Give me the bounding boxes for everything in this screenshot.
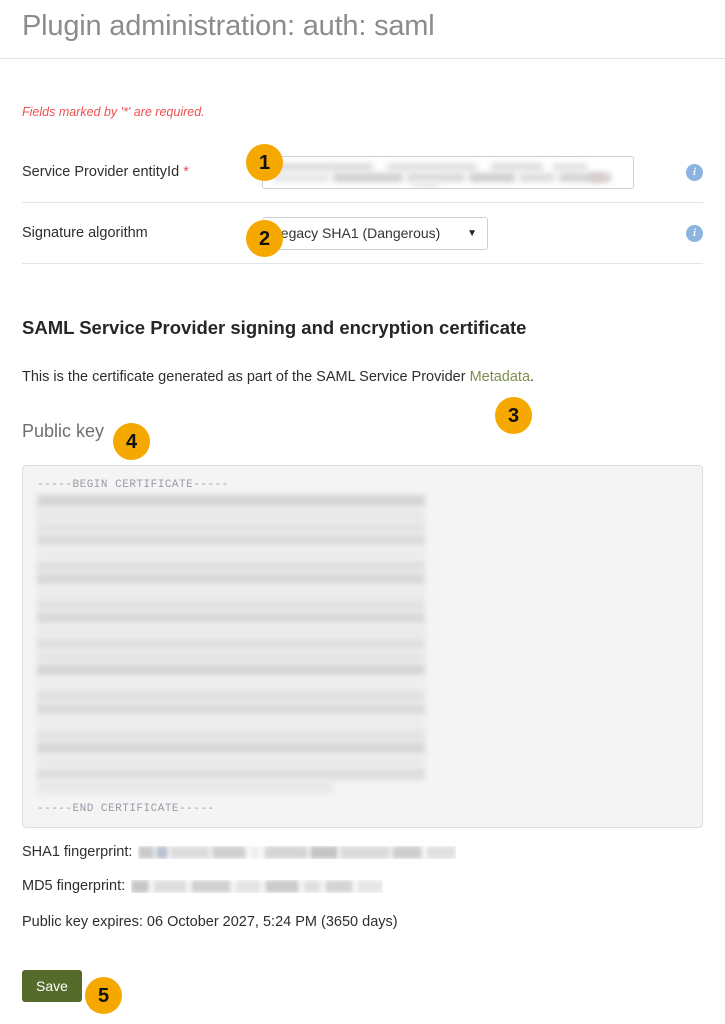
sha1-fingerprint-row: SHA1 fingerprint:	[22, 842, 703, 862]
redacted-value-fragment	[333, 172, 403, 182]
section-heading-certificate: SAML Service Provider signing and encryp…	[22, 317, 527, 338]
md5-fingerprint-row: MD5 fingerprint:	[22, 876, 703, 896]
redacted-cert-line	[37, 664, 425, 676]
description-text-after-link: .	[530, 369, 535, 385]
redacted-cert-line	[37, 625, 425, 637]
form-row-service-provider-entityid: Service Provider entityId * i	[22, 142, 703, 203]
control-column: Legacy SHA1 (Dangerous) ▼	[262, 216, 703, 250]
info-icon[interactable]: i	[686, 224, 703, 242]
redacted-value-fragment	[273, 172, 329, 182]
callout-badge-4: 4	[113, 423, 150, 460]
redacted-cert-line	[37, 573, 425, 585]
redacted-cert-line	[37, 755, 425, 767]
chevron-down-icon: ▼	[467, 227, 477, 239]
certificate-description: This is the certificate generated as par…	[22, 367, 703, 387]
certificate-body-redacted	[37, 495, 688, 800]
redacted-cert-line	[37, 729, 425, 741]
label-text: Signature algorithm	[22, 225, 148, 241]
certificate-begin-line: -----BEGIN CERTIFICATE-----	[37, 479, 229, 491]
selected-option-label: Legacy SHA1 (Dangerous)	[273, 225, 441, 241]
required-fields-note: Fields marked by '*' are required.	[22, 105, 205, 119]
redacted-cert-line	[37, 508, 425, 520]
redacted-value-fragment	[469, 172, 515, 182]
redacted-cert-line	[37, 612, 425, 624]
callout-badge-1: 1	[246, 144, 283, 181]
service-provider-entityid-input[interactable]	[262, 155, 634, 189]
redacted-cert-line	[37, 690, 425, 702]
label-text: Service Provider entityId	[22, 164, 180, 180]
redacted-cert-line	[37, 638, 425, 650]
certificate-end-line: -----END CERTIFICATE-----	[37, 803, 215, 815]
redacted-cert-line	[37, 716, 425, 728]
public-key-certificate-box[interactable]: -----BEGIN CERTIFICATE----- -----END CER…	[22, 465, 703, 828]
redacted-cert-line	[37, 651, 425, 663]
callout-badge-2: 2	[246, 220, 283, 257]
info-icon[interactable]: i	[686, 163, 703, 181]
form-wrapper: Fields marked by '*' are required. Servi…	[0, 104, 725, 1002]
page-header: Plugin administration: auth: saml	[0, 0, 725, 59]
label-service-provider-entityid: Service Provider entityId *	[22, 162, 262, 182]
redacted-cert-line	[37, 599, 425, 611]
redacted-cert-line	[37, 521, 425, 533]
md5-fingerprint-label: MD5 fingerprint:	[22, 878, 126, 894]
redacted-cert-line	[37, 742, 425, 754]
redacted-cert-line	[37, 586, 425, 598]
redacted-value-fragment	[273, 162, 373, 171]
redacted-value-fragment	[491, 162, 543, 171]
redacted-cert-line	[37, 547, 425, 559]
required-asterisk: *	[183, 164, 189, 180]
redacted-cert-line	[37, 781, 333, 793]
redacted-value-fragment	[591, 172, 611, 182]
public-key-expiry: Public key expires: 06 October 2027, 5:2…	[22, 914, 398, 930]
metadata-link[interactable]: Metadata	[470, 369, 530, 385]
description-text-before-link: This is the certificate generated as par…	[22, 369, 470, 385]
signature-algorithm-select[interactable]: Legacy SHA1 (Dangerous) ▼	[262, 216, 488, 250]
callout-badge-3: 3	[495, 397, 532, 434]
redacted-cert-line	[37, 703, 425, 715]
redacted-cert-line	[37, 560, 425, 572]
redacted-value-fragment	[387, 162, 477, 171]
callout-badge-5: 5	[85, 977, 122, 1014]
form-row-signature-algorithm: Signature algorithm Legacy SHA1 (Dangero…	[22, 203, 703, 264]
redacted-value-fragment	[519, 172, 555, 182]
md5-fingerprint-value-redacted	[131, 879, 384, 893]
control-column	[262, 155, 703, 189]
sha1-fingerprint-value-redacted	[138, 845, 457, 859]
redacted-value-fragment	[413, 180, 439, 188]
redacted-cert-line	[37, 677, 425, 689]
redacted-cert-line	[37, 495, 425, 507]
redacted-cert-line	[37, 768, 425, 780]
save-button[interactable]: Save	[22, 970, 82, 1002]
redacted-cert-line	[37, 534, 425, 546]
label-signature-algorithm: Signature algorithm	[22, 223, 262, 243]
sha1-fingerprint-label: SHA1 fingerprint:	[22, 844, 133, 860]
page-title: Plugin administration: auth: saml	[22, 10, 435, 42]
redacted-value-fragment	[553, 162, 587, 171]
